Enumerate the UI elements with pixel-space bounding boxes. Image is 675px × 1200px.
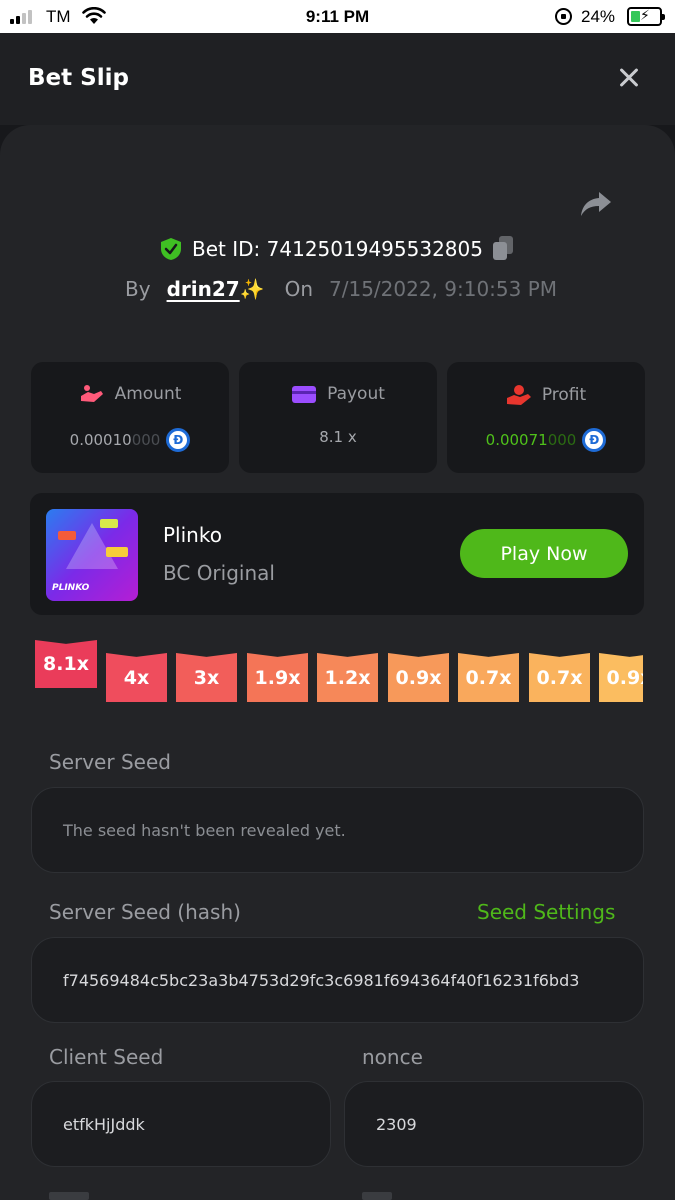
nonce-field[interactable]: 2309	[344, 1081, 644, 1167]
username-link[interactable]: drin27✨	[167, 277, 265, 301]
multiplier-tile-active: 8.1x	[35, 640, 97, 688]
multiplier-tile: 0.9x	[599, 653, 643, 702]
profit-value-trailing: 000	[547, 431, 577, 449]
profit-value: 0.00071	[485, 431, 548, 449]
multiplier-tile: 0.7x	[458, 653, 519, 702]
thumbnail-label: PLINKO	[52, 583, 90, 593]
payout-card: Payout 8.1 x	[239, 362, 437, 473]
server-seed-field[interactable]: The seed hasn't been revealed yet.	[31, 787, 644, 873]
bet-date: 7/15/2022, 9:10:53 PM	[329, 277, 558, 301]
profit-title: Profit	[541, 385, 587, 405]
close-button[interactable]	[613, 62, 645, 94]
payout-title: Payout	[327, 384, 385, 404]
server-seed-hash-field[interactable]: f74569484c5bc23a3b4753d29fc3c6981f694364…	[31, 937, 644, 1023]
nonce-label: nonce	[362, 1045, 423, 1069]
client-seed-label: Client Seed	[49, 1045, 164, 1069]
game-subtitle: BC Original	[163, 561, 275, 585]
game-name: Plinko	[163, 523, 222, 547]
next-section-label	[362, 1192, 392, 1200]
profit-card: Profit 0.00071000	[447, 362, 645, 473]
by-label: By	[125, 277, 151, 301]
battery-percent: 24%	[581, 7, 616, 26]
multiplier-row: 8.1x4x3x1.9x1.2x0.9x0.7x0.7x0.9x	[35, 640, 643, 702]
share-icon[interactable]	[580, 190, 612, 218]
multiplier-tile: 3x	[176, 653, 237, 702]
dgb-coin-icon	[166, 428, 191, 452]
seed-settings-link[interactable]: Seed Settings	[477, 900, 615, 924]
verified-shield-icon	[161, 238, 182, 260]
next-section-label	[49, 1192, 89, 1200]
payout-value: 8.1 x	[319, 428, 357, 446]
bet-slip-header: Bet Slip	[0, 33, 675, 125]
multiplier-tile: 4x	[106, 653, 167, 702]
play-now-button[interactable]: Play Now	[460, 529, 628, 578]
multiplier-tile: 0.7x	[529, 653, 590, 702]
status-bar: TM 9:11 PM 24% ⚡	[0, 0, 675, 33]
amount-value-trailing: 000	[131, 431, 161, 449]
copy-icon[interactable]	[492, 236, 515, 262]
multiplier-tile: 1.9x	[247, 653, 308, 702]
plinko-thumbnail[interactable]: PLINKO	[46, 509, 138, 601]
wallet-icon	[292, 386, 317, 403]
client-seed-field[interactable]: etfkHjJddk	[31, 1081, 331, 1167]
amount-title: Amount	[114, 384, 182, 404]
server-seed-label: Server Seed	[49, 750, 171, 774]
on-label: On	[284, 277, 313, 301]
status-time: 9:11 PM	[305, 7, 370, 26]
bet-id-row: Bet ID: 74125019495532805	[0, 236, 675, 262]
dgb-coin-icon	[582, 428, 607, 452]
battery-charging-icon: ⚡	[627, 7, 665, 26]
amount-value: 0.00010	[69, 431, 132, 449]
orientation-lock-icon	[555, 8, 572, 25]
page-title: Bet Slip	[28, 65, 129, 91]
server-seed-hash-label: Server Seed (hash)	[49, 900, 241, 924]
sparkle-icon: ✨	[239, 277, 265, 301]
multiplier-tile: 1.2x	[317, 653, 378, 702]
profit-hand-icon	[506, 385, 531, 405]
game-card: PLINKO Plinko BC Original Play Now	[30, 493, 644, 615]
bet-meta-row: By drin27✨ On 7/15/2022, 9:10:53 PM	[125, 277, 557, 301]
bet-id: Bet ID: 74125019495532805	[192, 237, 483, 261]
amount-card: Amount 0.00010000	[31, 362, 229, 473]
hand-coins-icon	[80, 385, 103, 402]
multiplier-tile: 0.9x	[388, 653, 449, 702]
